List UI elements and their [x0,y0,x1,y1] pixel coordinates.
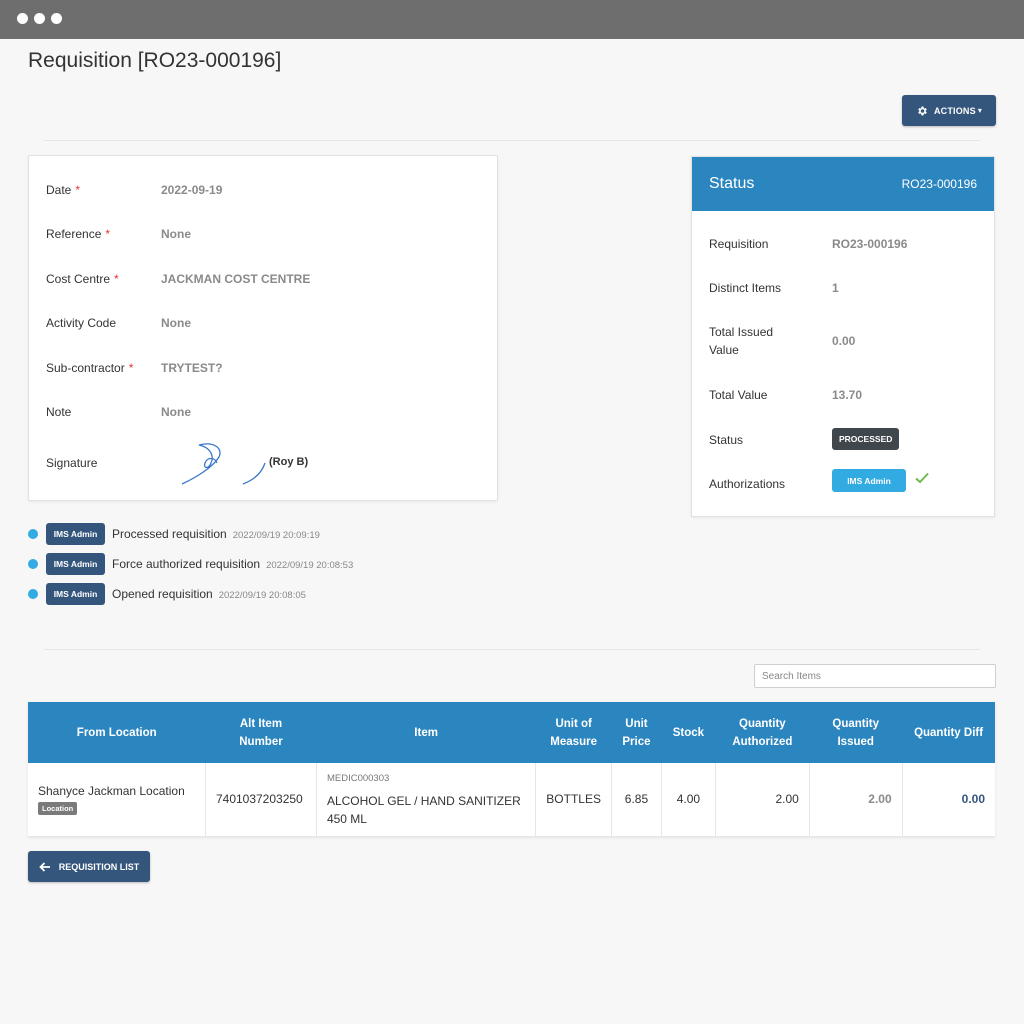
cell-quantity-diff: 0.00 [902,763,995,837]
status-card-header: Status RO23-000196 [692,157,994,211]
signature-image [181,443,266,485]
items-table: From Location Alt Item Number Item Unit o… [28,702,995,837]
status-label: Total Issued Value [709,325,774,357]
cell-quantity-issued: 2.00 [809,763,903,837]
table-row: Shanyce Jackman Location Location 740103… [28,763,995,837]
status-card-title: Status [709,175,755,192]
column-header-unit-of-measure[interactable]: Unit of Measure [535,702,612,763]
required-marker: * [105,227,111,241]
location-badge: Location [38,801,78,815]
timeline-user-badge: IMS Admin [46,583,105,605]
required-marker: * [75,183,81,197]
timeline-action: Opened requisition [112,587,213,601]
detail-label: Note [46,405,72,419]
detail-label: Reference [46,227,102,241]
cell-from-location: Shanyce Jackman Location Location [28,763,206,837]
status-badge: PROCESSED [832,428,900,450]
column-header-quantity-issued[interactable]: Quantity Issued [809,702,903,763]
detail-value: None [161,227,191,241]
timeline-user-badge: IMS Admin [46,523,105,545]
detail-value: None [161,316,191,330]
timeline-action: Processed requisition [112,527,227,541]
gear-icon [918,106,927,115]
timeline-action: Force authorized requisition [112,557,261,571]
item-code: MEDIC000303 [326,773,390,785]
detail-label: Cost Centre [46,272,111,286]
window-dot-icon [34,13,45,24]
detail-value: TRYTEST? [161,361,223,375]
status-card-code: RO23-000196 [901,177,977,191]
detail-label: Activity Code [46,316,117,330]
actions-label: ACTIONS [933,105,976,116]
status-label: Authorizations [709,477,786,491]
page-title: Requisition [RO23-000196] [28,49,282,72]
column-header-from-location[interactable]: From Location [28,702,206,763]
authorization-badge: IMS Admin [832,469,906,492]
item-name: ALCOHOL GEL / HAND SANITIZER 450 ML [326,794,521,827]
status-label: Requisition [709,237,769,251]
cell-unit-of-measure: BOTTLES [535,763,612,837]
window-dot-icon [51,13,62,24]
column-header-alt-item-number[interactable]: Alt Item Number [205,702,317,763]
caret-down-icon: ▾ [977,106,983,115]
table-header-row: From Location Alt Item Number Item Unit o… [28,702,995,763]
timeline-dot-icon [28,559,38,569]
column-header-quantity-diff[interactable]: Quantity Diff [902,702,995,763]
requisition-details-card: Date * 2022-09-19 Reference * None Cost Ce… [28,155,498,501]
divider [44,649,980,650]
column-header-item[interactable]: Item [316,702,536,763]
actions-button[interactable]: ACTIONS ▾ [902,95,996,126]
timeline-time: 2022/09/19 20:08:05 [218,590,306,601]
detail-value: JACKMAN COST CENTRE [161,272,311,286]
cell-item: MEDIC000303 ALCOHOL GEL / HAND SANITIZER… [316,763,537,837]
location-name: Shanyce Jackman Location [38,783,185,798]
status-value: 0.00 [832,334,856,348]
window-title-bar [0,0,1024,39]
search-items-input[interactable] [754,664,996,688]
requisition-list-label: REQUISITION LIST [58,861,140,872]
timeline-dot-icon [28,589,38,599]
detail-label: Sub-contractor [46,361,125,375]
divider [44,140,980,141]
cell-stock: 4.00 [661,763,716,837]
required-marker: * [114,272,119,286]
column-header-quantity-authorized[interactable]: Quantity Authorized [715,702,810,763]
required-marker: * [128,361,134,375]
timeline-user-badge: IMS Admin [46,553,105,575]
cell-unit-price: 6.85 [611,763,662,837]
column-header-stock[interactable]: Stock [661,702,716,763]
window-dot-icon [17,13,28,24]
cell-quantity-authorized: 2.00 [715,763,810,837]
status-value: RO23-000196 [832,237,908,251]
arrow-left-icon [38,861,50,872]
timeline-time: 2022/09/19 20:08:53 [266,560,354,571]
detail-label: Date [46,183,72,197]
signature-name: (Roy B) [269,456,309,468]
timeline-dot-icon [28,529,38,539]
status-value: 13.70 [832,388,863,402]
status-label: Status [709,433,744,447]
status-label: Total Value [709,388,768,402]
status-value: 1 [832,281,839,295]
column-header-unit-price[interactable]: Unit Price [611,702,662,763]
status-label: Distinct Items [709,281,782,295]
cell-alt-item-number: 7401037203250 [205,763,317,837]
detail-value: 2022-09-19 [161,183,223,197]
status-card: Status RO23-000196 Requisition RO23-0001… [691,156,995,517]
detail-value: None [161,405,191,419]
requisition-list-button[interactable]: REQUISITION LIST [28,851,150,882]
timeline-time: 2022/09/19 20:09:19 [232,530,320,541]
detail-label: Signature [46,456,98,470]
check-icon [915,472,929,484]
